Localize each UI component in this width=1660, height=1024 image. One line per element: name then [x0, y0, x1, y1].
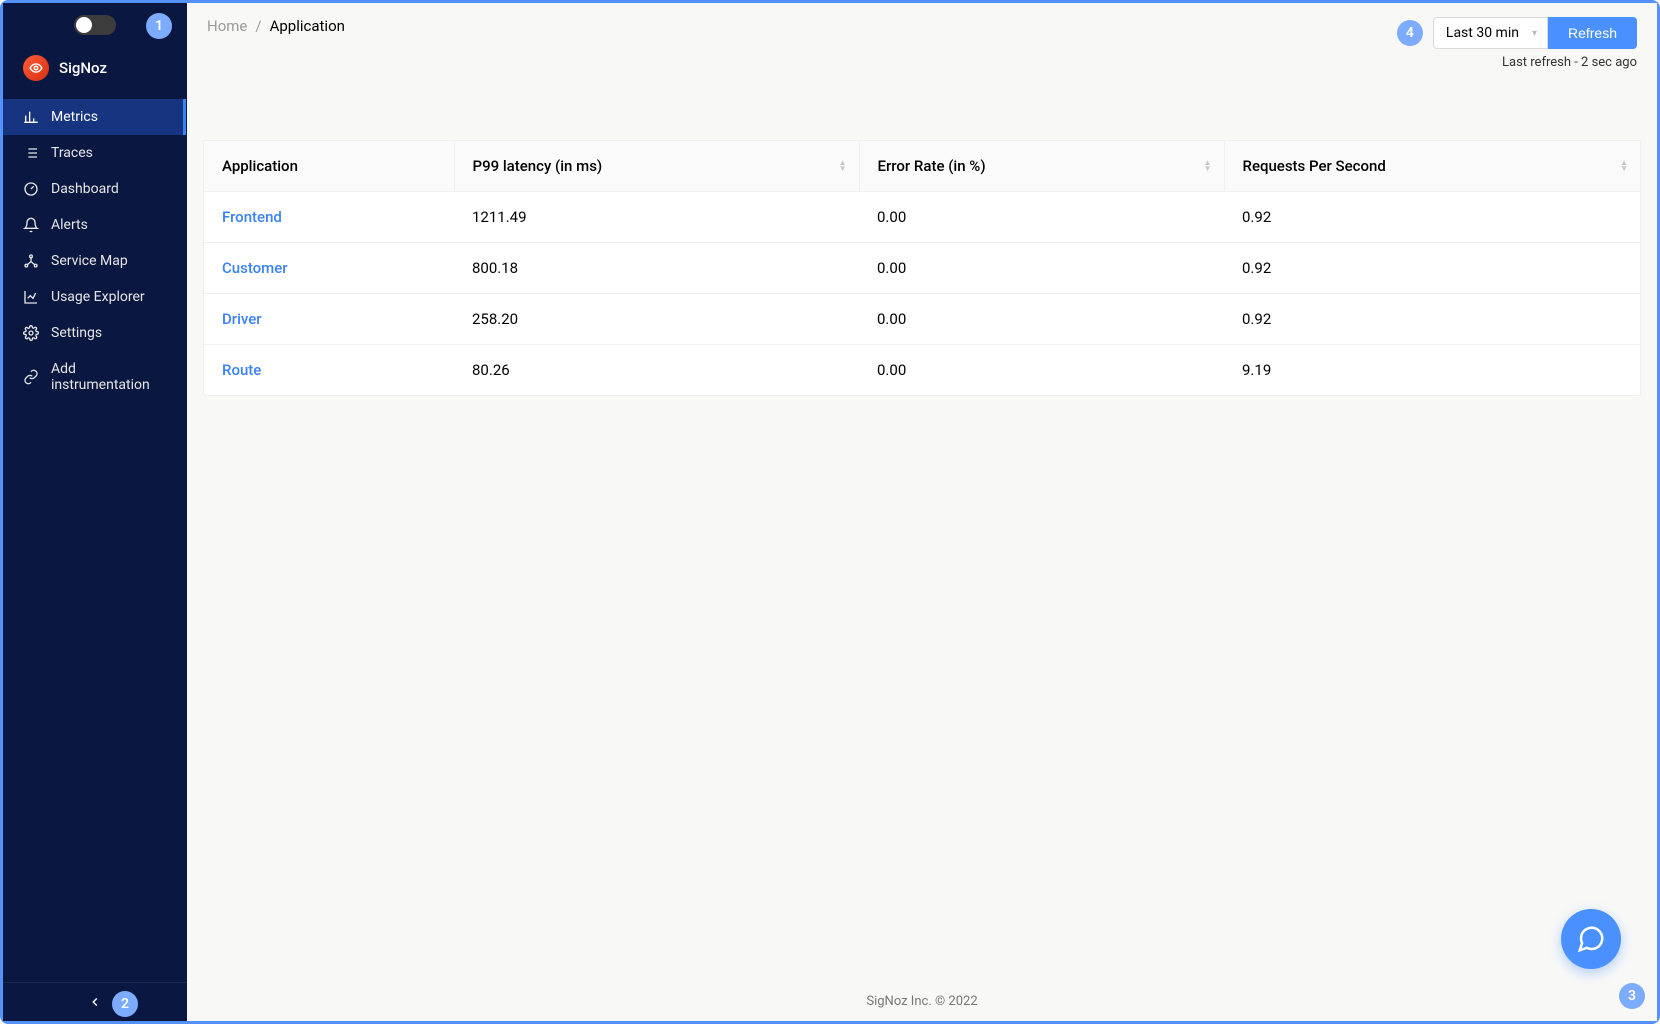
col-header-label: P99 latency (in ms)	[473, 157, 603, 175]
time-range-value: Last 30 min	[1446, 25, 1519, 41]
sidebar-item-usage-explorer[interactable]: Usage Explorer	[3, 279, 186, 315]
cell-err: 0.00	[859, 192, 1224, 243]
time-controls: 4 Last 30 min ▾ Refresh	[1433, 17, 1637, 49]
table-row: Customer 800.180.000.92	[204, 243, 1640, 294]
sidebar: 1 SigNoz Metrics Traces Dashboard	[3, 3, 187, 1021]
app-link[interactable]: Route	[222, 361, 261, 379]
line-chart-icon	[23, 289, 39, 305]
bell-icon	[23, 217, 39, 233]
sidebar-item-label: Metrics	[51, 109, 98, 125]
applications-table: Application P99 latency (in ms) ▲▼ Error…	[203, 140, 1641, 396]
table-row: Driver 258.200.000.92	[204, 294, 1640, 345]
nav-list: Metrics Traces Dashboard Alerts Service …	[3, 99, 186, 403]
chevron-left-icon	[88, 995, 102, 1009]
theme-toggle[interactable]	[74, 15, 116, 35]
annotation-badge-1: 1	[146, 13, 172, 39]
collapse-sidebar-button[interactable]	[88, 995, 102, 1009]
refresh-button[interactable]: Refresh	[1548, 17, 1637, 49]
time-range-select[interactable]: Last 30 min ▾	[1433, 17, 1548, 49]
col-header-application[interactable]: Application	[204, 141, 454, 192]
sidebar-item-label: Settings	[51, 325, 102, 341]
col-header-rps[interactable]: Requests Per Second ▲▼	[1224, 141, 1640, 192]
cell-rps: 0.92	[1224, 192, 1640, 243]
dashboard-icon	[23, 181, 39, 197]
chevron-down-icon: ▾	[1532, 28, 1537, 39]
col-header-p99[interactable]: P99 latency (in ms) ▲▼	[454, 141, 859, 192]
sidebar-item-label: Alerts	[51, 217, 88, 233]
page-footer: SigNoz Inc. © 2022	[187, 994, 1657, 1009]
sidebar-item-dashboard[interactable]: Dashboard	[3, 171, 186, 207]
chat-icon	[1576, 924, 1606, 954]
toggle-knob	[76, 17, 92, 33]
api-icon	[23, 369, 39, 385]
sidebar-item-settings[interactable]: Settings	[3, 315, 186, 351]
main-content: Home / Application 4 Last 30 min ▾ Refre…	[187, 3, 1657, 1021]
table-row: Frontend 1211.490.000.92	[204, 192, 1640, 243]
sort-icon: ▲▼	[839, 160, 847, 172]
sort-icon: ▲▼	[1204, 160, 1212, 172]
sidebar-item-label: Dashboard	[51, 181, 119, 197]
list-icon	[23, 145, 39, 161]
annotation-badge-2: 2	[112, 991, 138, 1017]
sidebar-item-label: Traces	[51, 145, 93, 161]
breadcrumb-separator: /	[255, 17, 261, 35]
sidebar-item-alerts[interactable]: Alerts	[3, 207, 186, 243]
bar-chart-icon	[23, 109, 39, 125]
annotation-badge-4: 4	[1397, 20, 1423, 46]
brand-logo-icon	[23, 55, 49, 81]
sidebar-item-label: Add instrumentation	[51, 361, 166, 393]
col-header-label: Error Rate (in %)	[878, 157, 986, 175]
chat-fab[interactable]	[1561, 909, 1621, 969]
sidebar-item-metrics[interactable]: Metrics	[3, 99, 186, 135]
sidebar-item-label: Usage Explorer	[51, 289, 145, 305]
sidebar-item-add-instrumentation[interactable]: Add instrumentation	[3, 351, 186, 403]
cell-err: 0.00	[859, 294, 1224, 345]
cell-p99: 258.20	[454, 294, 859, 345]
breadcrumb-home[interactable]: Home	[207, 17, 247, 35]
sidebar-item-label: Service Map	[51, 253, 128, 269]
brand-name: SigNoz	[59, 59, 107, 77]
app-link[interactable]: Frontend	[222, 208, 282, 226]
network-icon	[23, 253, 39, 269]
breadcrumb-current: Application	[270, 17, 345, 35]
brand[interactable]: SigNoz	[3, 43, 186, 99]
cell-p99: 800.18	[454, 243, 859, 294]
sidebar-top: 1	[3, 3, 186, 43]
app-link[interactable]: Driver	[222, 310, 262, 328]
app-link[interactable]: Customer	[222, 259, 288, 277]
table-row: Route 80.260.009.19	[204, 345, 1640, 396]
topbar-right: 4 Last 30 min ▾ Refresh Last refresh - 2…	[1433, 17, 1637, 70]
sidebar-item-traces[interactable]: Traces	[3, 135, 186, 171]
cell-rps: 0.92	[1224, 243, 1640, 294]
sidebar-footer: 2	[3, 982, 186, 1021]
sidebar-item-service-map[interactable]: Service Map	[3, 243, 186, 279]
cell-err: 0.00	[859, 243, 1224, 294]
gear-icon	[23, 325, 39, 341]
breadcrumb: Home / Application	[207, 17, 345, 35]
last-refresh-text: Last refresh - 2 sec ago	[1502, 55, 1637, 70]
sort-icon: ▲▼	[1620, 160, 1628, 172]
cell-p99: 80.26	[454, 345, 859, 396]
cell-p99: 1211.49	[454, 192, 859, 243]
table-header-row: Application P99 latency (in ms) ▲▼ Error…	[204, 141, 1640, 192]
cell-rps: 0.92	[1224, 294, 1640, 345]
cell-rps: 9.19	[1224, 345, 1640, 396]
topbar: Home / Application 4 Last 30 min ▾ Refre…	[187, 3, 1657, 70]
col-header-error-rate[interactable]: Error Rate (in %) ▲▼	[859, 141, 1224, 192]
col-header-label: Requests Per Second	[1243, 157, 1386, 175]
cell-err: 0.00	[859, 345, 1224, 396]
